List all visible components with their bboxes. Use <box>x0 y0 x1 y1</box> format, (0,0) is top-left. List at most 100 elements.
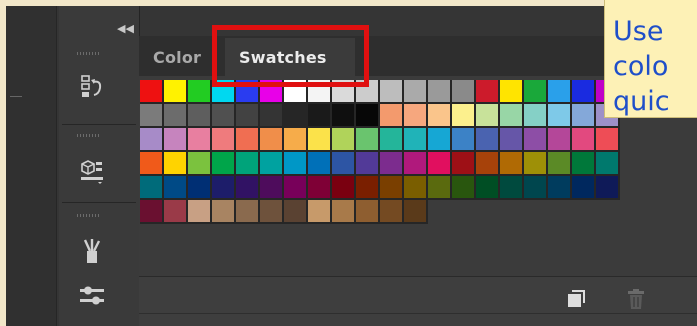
adjustments-icon[interactable] <box>73 278 111 316</box>
color-swatch[interactable] <box>188 128 212 152</box>
color-swatch[interactable] <box>212 176 236 200</box>
color-swatch[interactable] <box>140 104 164 128</box>
color-swatch[interactable] <box>140 200 164 224</box>
new-swatch-icon[interactable] <box>566 289 586 313</box>
color-swatch[interactable] <box>476 104 500 128</box>
color-swatch[interactable] <box>356 128 380 152</box>
color-swatch[interactable] <box>236 152 260 176</box>
color-swatch[interactable] <box>308 200 332 224</box>
color-swatch[interactable] <box>260 128 284 152</box>
color-swatch[interactable] <box>356 104 380 128</box>
color-swatch[interactable] <box>308 104 332 128</box>
color-swatch[interactable] <box>452 128 476 152</box>
color-swatch[interactable] <box>428 128 452 152</box>
color-swatch[interactable] <box>476 152 500 176</box>
color-swatch[interactable] <box>380 200 404 224</box>
color-swatch[interactable] <box>500 152 524 176</box>
3d-cube-icon[interactable] <box>73 152 111 190</box>
color-swatch[interactable] <box>140 128 164 152</box>
color-swatch[interactable] <box>188 104 212 128</box>
color-swatch[interactable] <box>548 128 572 152</box>
color-swatch[interactable] <box>524 152 548 176</box>
color-swatch[interactable] <box>284 128 308 152</box>
color-swatch[interactable] <box>188 152 212 176</box>
color-swatch[interactable] <box>428 152 452 176</box>
color-swatch[interactable] <box>452 152 476 176</box>
color-swatch[interactable] <box>188 200 212 224</box>
color-swatch[interactable] <box>476 176 500 200</box>
color-swatch[interactable] <box>284 176 308 200</box>
brushes-icon[interactable] <box>73 232 111 270</box>
color-swatch[interactable] <box>500 80 524 104</box>
color-swatch[interactable] <box>572 104 596 128</box>
color-swatch[interactable] <box>260 200 284 224</box>
color-swatch[interactable] <box>596 176 620 200</box>
color-swatch[interactable] <box>260 176 284 200</box>
color-swatch[interactable] <box>596 128 620 152</box>
color-swatch[interactable] <box>452 80 476 104</box>
color-swatch[interactable] <box>500 104 524 128</box>
color-swatch[interactable] <box>572 152 596 176</box>
color-swatch[interactable] <box>476 128 500 152</box>
color-swatch[interactable] <box>596 152 620 176</box>
trash-icon[interactable] <box>626 288 646 314</box>
color-swatch[interactable] <box>164 176 188 200</box>
color-swatch[interactable] <box>236 128 260 152</box>
color-swatch[interactable] <box>164 128 188 152</box>
color-swatch[interactable] <box>284 104 308 128</box>
strip-grip[interactable] <box>77 214 99 217</box>
color-swatch[interactable] <box>332 200 356 224</box>
color-swatch[interactable] <box>524 104 548 128</box>
color-swatch[interactable] <box>332 176 356 200</box>
color-swatch[interactable] <box>308 152 332 176</box>
color-swatch[interactable] <box>308 128 332 152</box>
color-swatch[interactable] <box>164 104 188 128</box>
color-swatch[interactable] <box>332 128 356 152</box>
color-swatch[interactable] <box>572 128 596 152</box>
color-swatch[interactable] <box>140 152 164 176</box>
color-swatch[interactable] <box>380 152 404 176</box>
color-swatch[interactable] <box>164 200 188 224</box>
double-chevron-left-icon[interactable]: ◀◀ <box>117 22 134 35</box>
color-swatch[interactable] <box>164 80 188 104</box>
strip-grip[interactable] <box>77 134 99 137</box>
color-swatch[interactable] <box>404 80 428 104</box>
color-swatch[interactable] <box>572 176 596 200</box>
color-swatch[interactable] <box>356 152 380 176</box>
color-swatch[interactable] <box>572 80 596 104</box>
color-swatch[interactable] <box>188 176 212 200</box>
color-swatch[interactable] <box>404 200 428 224</box>
color-swatch[interactable] <box>380 176 404 200</box>
color-swatch[interactable] <box>212 152 236 176</box>
color-swatch[interactable] <box>332 152 356 176</box>
color-swatch[interactable] <box>140 176 164 200</box>
color-swatch[interactable] <box>428 176 452 200</box>
color-swatch[interactable] <box>380 128 404 152</box>
history-icon[interactable] <box>73 68 111 106</box>
color-swatch[interactable] <box>404 104 428 128</box>
color-swatch[interactable] <box>236 104 260 128</box>
color-swatch[interactable] <box>380 80 404 104</box>
color-swatch[interactable] <box>428 104 452 128</box>
color-swatch[interactable] <box>188 80 212 104</box>
color-swatch[interactable] <box>356 200 380 224</box>
color-swatch[interactable] <box>212 104 236 128</box>
color-swatch[interactable] <box>356 176 380 200</box>
color-swatch[interactable] <box>284 152 308 176</box>
color-swatch[interactable] <box>452 104 476 128</box>
color-swatch[interactable] <box>548 80 572 104</box>
color-swatch[interactable] <box>308 176 332 200</box>
color-swatch[interactable] <box>524 176 548 200</box>
color-swatch[interactable] <box>212 200 236 224</box>
tab-color[interactable]: Color <box>153 48 201 67</box>
color-swatch[interactable] <box>548 104 572 128</box>
color-swatch[interactable] <box>524 128 548 152</box>
color-swatch[interactable] <box>212 128 236 152</box>
color-swatch[interactable] <box>500 128 524 152</box>
color-swatch[interactable] <box>404 176 428 200</box>
color-swatch[interactable] <box>476 80 500 104</box>
color-swatch[interactable] <box>284 200 308 224</box>
color-swatch[interactable] <box>236 200 260 224</box>
color-swatch[interactable] <box>524 80 548 104</box>
color-swatch[interactable] <box>260 152 284 176</box>
